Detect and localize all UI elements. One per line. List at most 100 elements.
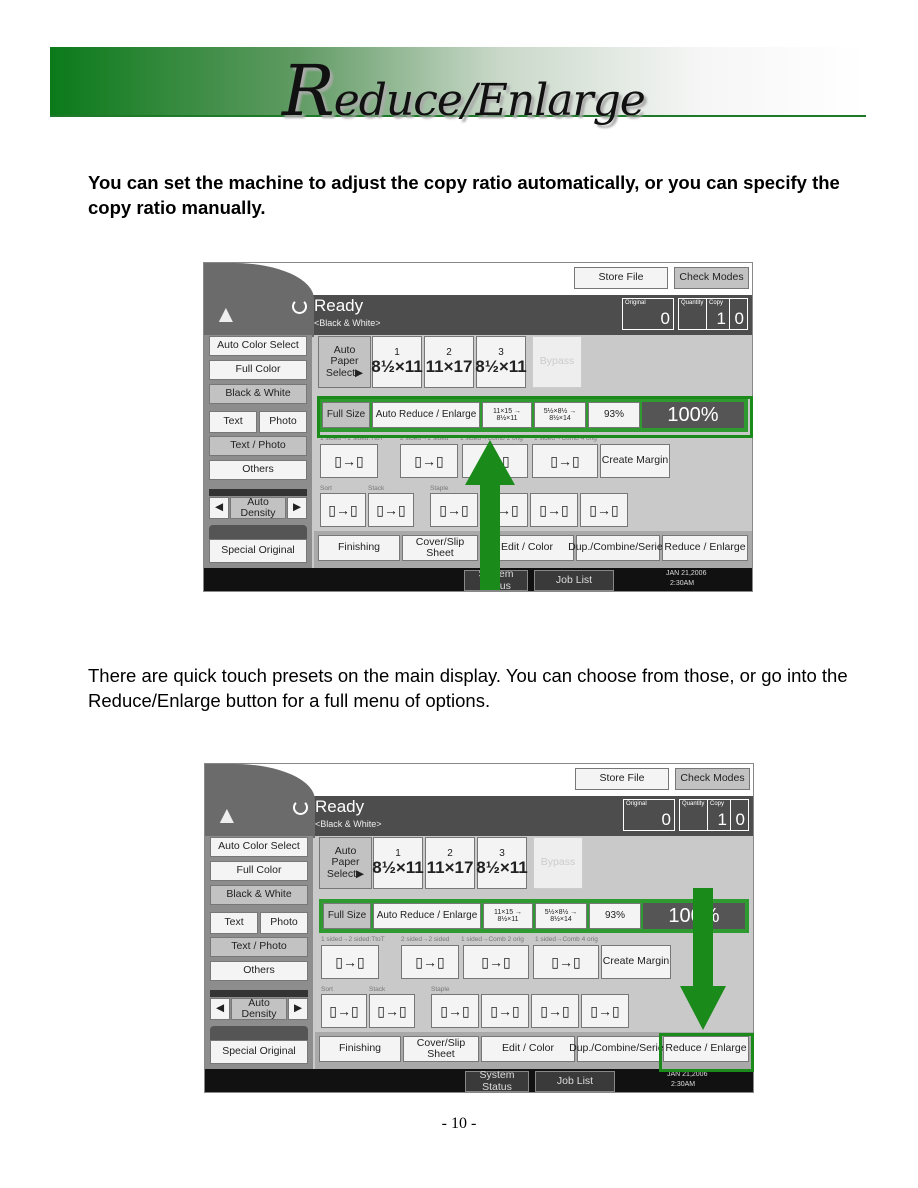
ratio-preset-1[interactable]: Auto Reduce / Enlarge	[373, 903, 481, 929]
special-original-tab	[210, 1026, 308, 1040]
black-white-button[interactable]: Black & White	[209, 384, 307, 404]
black-white-button[interactable]: Black & White	[210, 885, 308, 905]
text-button[interactable]: Text	[209, 411, 257, 433]
staple-3-button-icon: ▯→▯	[540, 1002, 570, 1019]
status-ready: Ready	[314, 296, 364, 315]
tab-cover-slip[interactable]: Cover/Slip Sheet	[403, 1036, 479, 1062]
combine-2-button[interactable]: ▯→▯	[463, 945, 529, 979]
staple-2-button[interactable]: ▯→▯	[481, 994, 529, 1028]
duplex-label: 1 sided→Comb 4 orig	[535, 936, 598, 943]
tray-3-button[interactable]: 3 8½×11	[475, 336, 527, 388]
down-arrow-icon	[680, 888, 726, 1030]
time: 2:30AM	[671, 1081, 696, 1088]
auto-paper-select-button[interactable]: Auto Paper Select▶	[319, 837, 372, 889]
staple-1-button[interactable]: ▯→▯	[431, 994, 479, 1028]
create-margin-button[interactable]: Create Margin	[600, 444, 670, 478]
stack-button-icon: ▯→▯	[377, 1002, 407, 1019]
others-button[interactable]: Others	[209, 460, 307, 480]
tab-edit-color[interactable]: Edit / Color	[481, 1036, 575, 1062]
staple-3-button[interactable]: ▯→▯	[531, 994, 579, 1028]
date: JAN 21,2006	[667, 1071, 708, 1078]
tray-1-button[interactable]: 1 8½×11	[371, 336, 423, 388]
sort-button[interactable]: ▯→▯	[321, 994, 367, 1028]
store-file-button[interactable]: Store File	[574, 267, 668, 289]
duplex-1to2-button[interactable]: ▯→▯	[321, 945, 379, 979]
sort-button[interactable]: ▯→▯	[320, 493, 366, 527]
auto-color-select-button[interactable]: Auto Color Select	[209, 336, 307, 356]
ratio-preset-3[interactable]: 5½×8½ → 8½×14	[535, 903, 587, 929]
text-button[interactable]: Text	[210, 912, 258, 934]
density-darker-button[interactable]: ▶	[287, 497, 307, 519]
tray-2-button[interactable]: 2 11×17	[424, 336, 474, 388]
auto-density-button[interactable]: Auto Density	[231, 997, 287, 1020]
text-photo-button[interactable]: Text / Photo	[210, 937, 308, 957]
stack-button[interactable]: ▯→▯	[369, 994, 415, 1028]
density-darker-button[interactable]: ▶	[288, 998, 308, 1020]
ratio-preset-4[interactable]: 93%	[589, 903, 641, 929]
ratio-preset-2[interactable]: 11×15 → 8½×11	[483, 903, 533, 929]
ratio-preset-0[interactable]: Full Size	[323, 903, 371, 929]
duplex-1to2-button[interactable]: ▯→▯	[320, 444, 378, 478]
combine-2-button-icon: ▯→▯	[481, 953, 511, 970]
color-mode-label: <Black & White>	[314, 318, 381, 328]
tray-3-button[interactable]: 3 8½×11	[476, 837, 528, 889]
combine-4-button[interactable]: ▯→▯	[532, 444, 598, 478]
check-modes-button[interactable]: Check Modes	[675, 768, 750, 790]
store-file-button[interactable]: Store File	[575, 768, 669, 790]
time: 2:30AM	[670, 580, 695, 587]
duplex-2to2-button-icon: ▯→▯	[415, 953, 445, 970]
create-margin-button[interactable]: Create Margin	[601, 945, 671, 979]
density-scale[interactable]	[209, 489, 307, 496]
full-color-button[interactable]: Full Color	[210, 861, 308, 881]
ratio-presets-highlight	[317, 396, 753, 438]
duplex-2to2-button-icon: ▯→▯	[414, 452, 444, 469]
staple-4-button[interactable]: ▯→▯	[580, 493, 628, 527]
special-original-button[interactable]: Special Original	[210, 1040, 308, 1064]
tab-reduce-enlarge[interactable]: Reduce / Enlarge	[662, 535, 748, 561]
counter-original: Original 0	[622, 298, 674, 330]
duplex-label: 2 sided→2 sided	[401, 936, 450, 943]
tray-1-button[interactable]: 1 8½×11	[372, 837, 424, 889]
full-color-button[interactable]: Full Color	[209, 360, 307, 380]
density-lighter-button[interactable]: ◀	[209, 497, 229, 519]
tab-finishing[interactable]: Finishing	[318, 535, 400, 561]
counter-copy: Copy 0	[707, 799, 749, 831]
copier-icon: ▲	[214, 301, 238, 328]
auto-paper-select-button[interactable]: Auto Paper Select▶	[318, 336, 371, 388]
check-modes-button[interactable]: Check Modes	[674, 267, 749, 289]
tab-finishing[interactable]: Finishing	[319, 1036, 401, 1062]
photo-button[interactable]: Photo	[259, 411, 307, 433]
page-number: - 10 -	[441, 1115, 477, 1132]
duplex-1to2-button-icon: ▯→▯	[335, 953, 365, 970]
auto-density-button[interactable]: Auto Density	[230, 496, 286, 519]
stack-button[interactable]: ▯→▯	[368, 493, 414, 527]
tab-dup-combine[interactable]: Dup./Combine/Series	[569, 1036, 669, 1062]
staple-2-button-icon: ▯→▯	[490, 1002, 520, 1019]
counter-copy: Copy 0	[706, 298, 748, 330]
density-scale[interactable]	[210, 990, 308, 997]
stack-button-icon: ▯→▯	[376, 501, 406, 518]
duplex-2to2-button[interactable]: ▯→▯	[401, 945, 459, 979]
tab-dup-combine[interactable]: Dup./Combine/Series	[568, 535, 668, 561]
system-status-button[interactable]: System Status	[465, 1070, 529, 1092]
combine-4-button[interactable]: ▯→▯	[533, 945, 599, 979]
density-lighter-button[interactable]: ◀	[210, 998, 230, 1020]
special-original-button[interactable]: Special Original	[209, 539, 307, 563]
others-button[interactable]: Others	[210, 961, 308, 981]
tray-2-button[interactable]: 2 11×17	[425, 837, 475, 889]
manual-page: Reduce/Enlarge You can set the machine t…	[0, 0, 918, 1188]
bypass-button[interactable]: Bypass	[532, 336, 582, 388]
text-photo-button[interactable]: Text / Photo	[209, 436, 307, 456]
photo-button[interactable]: Photo	[260, 912, 308, 934]
job-list-button[interactable]: Job List	[535, 1071, 615, 1092]
staple-1-button-icon: ▯→▯	[440, 1002, 470, 1019]
job-list-button[interactable]: Job List	[534, 570, 614, 591]
bypass-button[interactable]: Bypass	[533, 837, 583, 889]
counter-original: Original 0	[623, 799, 675, 831]
reduce-enlarge-highlight	[659, 1033, 754, 1072]
auto-color-select-button[interactable]: Auto Color Select	[210, 837, 308, 857]
staple-4-button[interactable]: ▯→▯	[581, 994, 629, 1028]
up-arrow-icon	[465, 440, 515, 590]
staple-3-button[interactable]: ▯→▯	[530, 493, 578, 527]
duplex-2to2-button[interactable]: ▯→▯	[400, 444, 458, 478]
